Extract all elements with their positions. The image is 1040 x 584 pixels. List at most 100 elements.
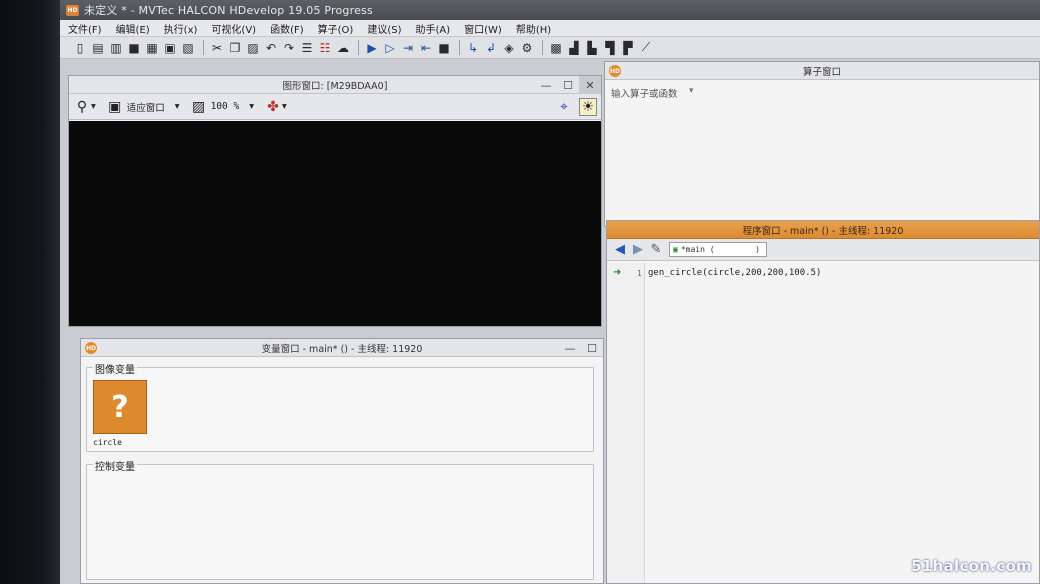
profile-icon[interactable]: ▙ bbox=[584, 40, 600, 56]
toolbar-divider bbox=[358, 40, 359, 55]
edit-procedure-icon[interactable]: ✎ bbox=[647, 241, 665, 259]
chevron-down-icon: ▾ bbox=[281, 101, 287, 112]
program-window-titlebar: 程序窗口 - main* () - 主线程: 11920 bbox=[607, 221, 1039, 239]
chevron-down-icon: ▾ bbox=[91, 101, 96, 112]
graphics-canvas[interactable] bbox=[69, 121, 601, 326]
variable-window-titlebar: HD 变量窗口 - main* () - 主线程: 11920 — ☐ bbox=[81, 339, 603, 357]
program-window-title: 程序窗口 - main* () - 主线程: 11920 bbox=[742, 225, 904, 237]
screen: HD 未定义 * - MVTec HALCON HDevelop 19.05 P… bbox=[60, 0, 1040, 584]
zoom-window-icon[interactable]: ▩ bbox=[548, 40, 564, 56]
settings-icon[interactable]: ⚙ bbox=[519, 40, 535, 56]
chevron-down-icon[interactable]: ▾ bbox=[689, 86, 694, 96]
minimize-icon[interactable]: — bbox=[535, 76, 557, 94]
menu-suggestions[interactable]: 建议(S) bbox=[367, 21, 401, 36]
copy-icon[interactable]: ❐ bbox=[227, 40, 243, 56]
procedure-icon: ▣ bbox=[673, 245, 678, 254]
new-file-icon[interactable]: ▯ bbox=[72, 40, 88, 56]
app-logo-icon: HD bbox=[66, 4, 79, 16]
activate-icon[interactable]: ↳ bbox=[465, 40, 481, 56]
title-bar: HD 未定义 * - MVTec HALCON HDevelop 19.05 P… bbox=[60, 0, 1040, 20]
menu-window[interactable]: 窗口(W) bbox=[464, 21, 502, 36]
control-variables-label: 控制变量 bbox=[93, 458, 137, 473]
menu-operators[interactable]: 算子(O) bbox=[318, 21, 354, 36]
save-all-icon[interactable]: ▦ bbox=[144, 40, 160, 56]
menu-bar: 文件(F) 编辑(E) 执行(x) 可视化(V) 函数(F) 算子(O) 建议(… bbox=[60, 20, 1040, 37]
monitor-bezel bbox=[0, 0, 62, 584]
question-mark-icon[interactable]: ? bbox=[93, 380, 147, 434]
close-icon[interactable]: ✕ bbox=[579, 76, 601, 94]
image-zoom-icon: ▨ bbox=[191, 98, 206, 115]
run-icon[interactable]: ▶ bbox=[364, 40, 380, 56]
iconic-variable-name: circle bbox=[93, 438, 122, 447]
paste-icon[interactable]: ▨ bbox=[245, 40, 261, 56]
step-out-icon[interactable]: ⇤ bbox=[418, 40, 434, 56]
procedure-select[interactable]: ▣ *main ( ) bbox=[669, 242, 767, 257]
menu-file[interactable]: 文件(F) bbox=[68, 21, 102, 36]
undo-icon[interactable]: ↶ bbox=[263, 40, 279, 56]
step-into-icon[interactable]: ⇥ bbox=[400, 40, 416, 56]
iconic-variables-group: 图像变量 ? circle bbox=[86, 361, 594, 452]
minimize-icon[interactable]: — bbox=[559, 339, 581, 357]
measure-icon[interactable]: ⟋ bbox=[638, 40, 654, 56]
print-icon[interactable]: ▣ bbox=[162, 40, 178, 56]
menu-execute[interactable]: 执行(x) bbox=[164, 21, 198, 36]
menu-edit[interactable]: 编辑(E) bbox=[116, 21, 150, 36]
fit-window-dropdown[interactable]: ▣ 适应窗口 ▾ bbox=[106, 98, 180, 116]
maximize-icon[interactable]: ☐ bbox=[581, 339, 603, 357]
control-variables-group: 控制变量 bbox=[86, 458, 594, 580]
page-setup-icon[interactable]: ▧ bbox=[180, 40, 196, 56]
graphics-window: 图形窗口: [M29BDAA0] — ☐ ✕ ⚲ ▾ ▣ 适应窗口 ▾ ▨ 100… bbox=[68, 75, 602, 327]
program-counter-icon: ➜ bbox=[613, 267, 622, 278]
operator-search-input[interactable]: 输入算子或函数 bbox=[611, 86, 678, 100]
paint-tool-icon: ✤ bbox=[267, 98, 279, 115]
cut-icon[interactable]: ✂ bbox=[209, 40, 225, 56]
menu-assistants[interactable]: 助手(A) bbox=[415, 21, 450, 36]
chevron-down-icon: ▾ bbox=[174, 101, 180, 112]
open-file-icon[interactable]: ▤ bbox=[90, 40, 106, 56]
toolbar-divider bbox=[203, 40, 204, 55]
toolbar-divider bbox=[459, 40, 460, 55]
line-gutter[interactable]: ➜ 1 bbox=[607, 263, 645, 583]
watermark: 51halcon.com bbox=[911, 557, 1032, 575]
procedure-close-paren: ) bbox=[755, 245, 760, 254]
histogram-icon[interactable]: ▟ bbox=[566, 40, 582, 56]
window-title: 未定义 * - MVTec HALCON HDevelop 19.05 Prog… bbox=[84, 4, 373, 17]
forward-arrow-icon[interactable]: ▶ bbox=[629, 241, 647, 259]
code-line[interactable]: gen_circle(circle,200,200,100.5) bbox=[648, 268, 821, 278]
maximize-icon[interactable]: ☐ bbox=[557, 76, 579, 94]
deactivate-icon[interactable]: ↲ bbox=[483, 40, 499, 56]
zoom-percent-dropdown[interactable]: ▨ 100 % ▾ bbox=[190, 98, 254, 116]
operator-window: HD 算子窗口 输入算子或函数 ▾ bbox=[604, 61, 1040, 227]
paint-dropdown[interactable]: ✤ ▾ bbox=[264, 98, 287, 116]
lightbulb-icon[interactable]: ☀ bbox=[579, 97, 597, 116]
fit-window-label: 适应窗口 bbox=[126, 102, 165, 114]
redo-icon[interactable]: ↷ bbox=[281, 40, 297, 56]
menu-help[interactable]: 帮助(H) bbox=[516, 21, 551, 36]
halcon-icon: HD bbox=[609, 65, 621, 77]
iconic-variables-label: 图像变量 bbox=[93, 361, 137, 376]
variable-window: HD 变量窗口 - main* () - 主线程: 11920 — ☐ 图像变量… bbox=[80, 338, 604, 584]
toolbar-divider bbox=[542, 40, 543, 55]
delete-icon[interactable]: ☷ bbox=[317, 40, 333, 56]
stop-icon[interactable]: ■ bbox=[436, 40, 452, 56]
graphics-window-title: 图形窗口: [M29BDAA0] bbox=[282, 80, 388, 92]
open-example-icon[interactable]: ▥ bbox=[108, 40, 124, 56]
zoom-dropdown[interactable]: ⚲ ▾ bbox=[73, 98, 96, 116]
feature-icon[interactable]: ▛ bbox=[620, 40, 636, 56]
insert-icon[interactable]: ☰ bbox=[299, 40, 315, 56]
save-icon[interactable]: ■ bbox=[126, 40, 142, 56]
graphics-toolbar: ⚲ ▾ ▣ 适应窗口 ▾ ▨ 100 % ▾ ✤ ▾ ⌖ ☀ bbox=[69, 94, 601, 120]
breakpoint-icon[interactable]: ◈ bbox=[501, 40, 517, 56]
cloud-icon[interactable]: ☁ bbox=[335, 40, 351, 56]
graphics-window-titlebar: 图形窗口: [M29BDAA0] — ☐ ✕ bbox=[69, 76, 601, 94]
procedure-name: *main ( bbox=[680, 245, 715, 254]
back-arrow-icon[interactable]: ◀ bbox=[611, 241, 629, 259]
menu-functions[interactable]: 函数(F) bbox=[270, 21, 304, 36]
menu-visualize[interactable]: 可视化(V) bbox=[211, 21, 256, 36]
zoom-percent-value: 100 % bbox=[210, 101, 240, 112]
inspect-icon[interactable]: ▜ bbox=[602, 40, 618, 56]
line-number: 1 bbox=[637, 269, 643, 278]
pointer-tool-icon[interactable]: ⌖ bbox=[555, 98, 573, 116]
step-over-icon[interactable]: ▷ bbox=[382, 40, 398, 56]
chevron-down-icon: ▾ bbox=[249, 101, 254, 112]
